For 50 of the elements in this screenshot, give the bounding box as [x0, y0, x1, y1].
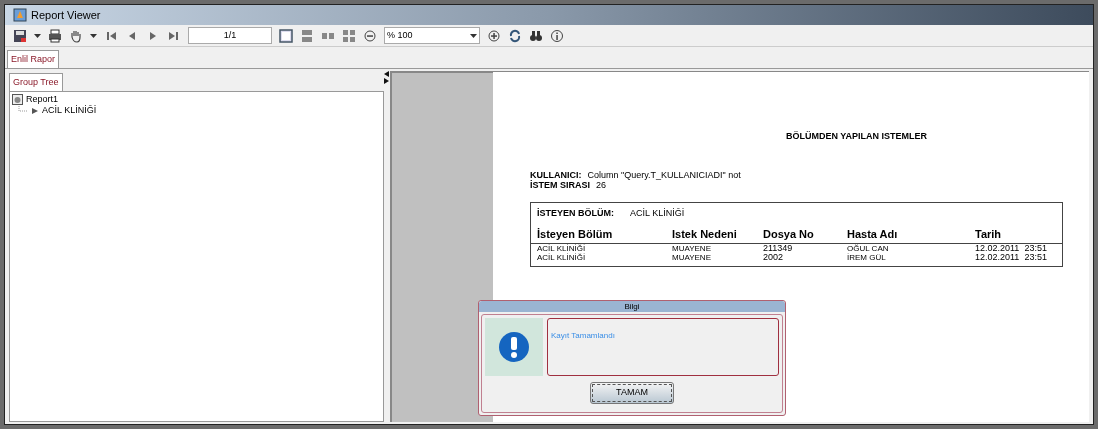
table-cell-text: 12.02.2011 23:51 [975, 252, 1048, 262]
group-value: ACİL KLİNİĞİ [630, 206, 685, 220]
group-tree-tab[interactable]: Group Tree [9, 73, 63, 91]
app-icon [13, 8, 27, 22]
column-header: Hasta Adı [847, 227, 899, 242]
caret-icon[interactable] [90, 33, 97, 38]
refresh-icon[interactable] [508, 28, 522, 43]
zoom-value: % 100 [387, 28, 413, 42]
node-icon [31, 106, 39, 115]
report-title: BÖLÜMDEN YAPILAN ISTEMLER [785, 130, 927, 143]
ok-button[interactable]: TAMAM [590, 382, 674, 404]
window-title: Report Viewer [31, 7, 101, 23]
report-tab[interactable]: Enlil Rapor [7, 50, 60, 68]
caret-icon [470, 33, 477, 38]
dialog-title: Bilgi [479, 301, 785, 312]
print-icon[interactable] [48, 28, 62, 43]
exclamation-icon [498, 331, 530, 363]
binoculars-icon[interactable] [529, 28, 543, 43]
table-cell-text: ACİL KLİNİĞİ [537, 243, 587, 253]
column-header: Tarih [975, 227, 1003, 242]
column-header: Dosya No [763, 227, 815, 242]
field-value: Column "Query.T_KULLANICIADI" not [587, 169, 741, 180]
zoom-dropdown[interactable]: % 100 [384, 27, 480, 44]
field-label: İSTEM SIRASI [530, 179, 590, 190]
table-cell-text: 12.02.2011 23:51 [975, 243, 1048, 253]
field-label: KULLANICI: [530, 169, 582, 180]
caret-icon[interactable] [34, 33, 41, 38]
expand-right-icon[interactable] [384, 78, 390, 84]
zoom-in-icon[interactable] [487, 28, 501, 43]
table-cell-text: İREM GÜL [847, 252, 887, 262]
collapse-left-icon[interactable] [384, 71, 390, 77]
single-page-icon[interactable] [279, 28, 293, 43]
column-header: Istek Nedeni [672, 227, 738, 242]
save-icon[interactable] [13, 28, 27, 43]
group-label: İSTEYEN BÖLÜM: [537, 206, 614, 220]
zoom-out-icon[interactable] [363, 28, 377, 43]
table-cell-text: ACİL KLİNİĞİ [537, 252, 587, 262]
continuous-page-icon[interactable] [300, 28, 314, 43]
table-cell-text: MUAYENE [672, 252, 712, 262]
message-text: Kayıt Tamamlandı [551, 331, 615, 340]
info-icon[interactable] [550, 28, 564, 43]
grid-pages-icon[interactable] [342, 28, 356, 43]
page-field[interactable]: 1/1 [188, 27, 272, 44]
column-header: İsteyen Bölüm [537, 227, 614, 242]
table-cell-text: 2002 [763, 252, 785, 262]
report-icon [12, 94, 23, 105]
field-value: 26 [596, 179, 607, 190]
table-cell-text: 211349 [763, 243, 794, 253]
table-cell-text: OĞUL CAN [847, 243, 890, 253]
table-cell-text: MUAYENE [672, 243, 712, 253]
